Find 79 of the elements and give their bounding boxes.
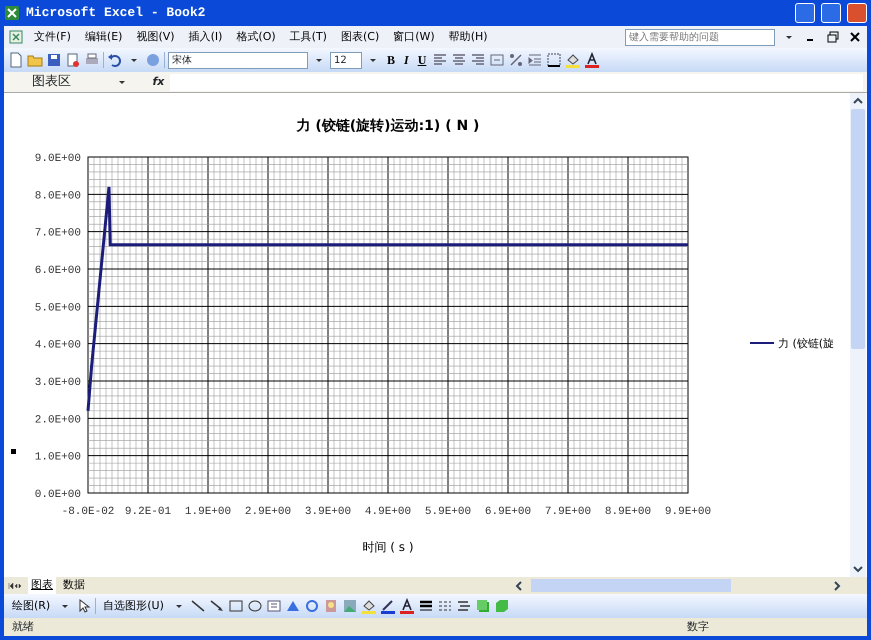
y-tick-label: 2.0E+00 [34,414,81,426]
function-label[interactable]: fx [152,74,164,90]
vertical-scroll-thumb[interactable] [851,109,865,349]
save-icon[interactable] [46,52,62,68]
restore-icon[interactable] [825,29,841,45]
align-left-icon[interactable] [432,52,448,68]
close-button[interactable] [847,3,867,23]
y-tick-label: 5.0E+00 [34,302,81,314]
x-axis-title: 时间 ( s ) [362,540,414,554]
selection-handle-icon [11,449,16,454]
align-right-icon[interactable] [470,52,486,68]
x-tick-label: 2.9E+00 [244,506,292,518]
menu-item[interactable]: 编辑(E) [80,28,126,46]
menu-item[interactable]: 窗口(W) [389,28,439,46]
x-tick-label: 9.9E+00 [664,506,712,518]
x-tick-label: 7.9E+00 [544,506,592,518]
fill-color-icon[interactable] [360,598,377,614]
menu-item[interactable]: 格式(O) [232,28,280,46]
minimize-button[interactable] [795,3,815,23]
menu-item[interactable]: 插入(I) [184,28,226,46]
document-icon[interactable] [8,29,24,45]
x-tick-label: 4.9E+00 [364,506,412,518]
excel-app-icon [4,5,20,21]
align-center-icon[interactable] [451,52,468,68]
draw-menu-button[interactable]: 绘图(R) [8,598,54,614]
font-color-icon[interactable] [584,52,600,68]
menu-item[interactable]: 帮助(H) [444,28,492,46]
fill-color-icon[interactable] [565,52,582,68]
oval-icon[interactable] [246,598,263,614]
status-indicator: 数字 [687,618,709,635]
new-file-icon[interactable] [8,52,24,68]
border-icon[interactable] [546,52,562,68]
autoshapes-menu-button[interactable]: 自选图形(U) [99,598,168,614]
italic-button[interactable]: I [401,51,412,69]
chart-title: 力 (铰链(旋转)运动:1) ( N ) [296,118,480,134]
y-tick-label: 4.0E+00 [34,340,81,352]
x-tick-label: 9.2E-01 [124,506,172,518]
line-icon[interactable] [190,598,206,614]
menu-item[interactable]: 图表(C) [336,28,384,46]
y-tick-label: 0.0E+00 [34,489,81,501]
formula-field[interactable] [170,74,863,90]
font-color-icon[interactable] [398,598,415,614]
x-tick-label: -8.0E-02 [62,506,114,518]
y-tick-label: 8.0E+00 [34,190,81,202]
underline-button[interactable]: U [414,51,430,69]
undo-icon[interactable] [107,52,123,68]
text-box-icon[interactable] [266,598,282,614]
bold-button[interactable]: B [384,51,398,69]
line-color-icon[interactable] [380,598,396,614]
rectangle-icon[interactable] [228,598,244,614]
y-tick-label: 3.0E+00 [34,377,81,389]
status-text: 就绪 [12,618,35,635]
horizontal-scroll-thumb[interactable] [531,579,731,592]
y-tick-label: 7.0E+00 [34,228,81,240]
x-tick-label: 6.9E+00 [484,506,532,518]
maximize-button[interactable] [821,3,841,23]
permission-icon[interactable] [65,52,81,68]
font-size-field[interactable]: 12 [330,52,362,68]
merge-icon[interactable] [489,52,506,68]
sheet-tab[interactable]: 图表 [28,577,56,594]
y-tick-label: 6.0E+00 [34,265,81,277]
x-tick-label: 3.9E+00 [304,506,352,518]
indent-icon[interactable] [527,52,544,68]
help-search-field[interactable]: 键入需要帮助的问题 [625,28,775,46]
x-tick-label: 1.9E+00 [184,506,232,518]
percent-icon[interactable] [508,52,524,68]
menu-item[interactable]: 工具(T) [286,28,331,46]
menu-item[interactable]: 文件(F) [30,28,75,46]
legend-label: 力 (铰链(旋 [778,337,834,350]
x-tick-label: 8.9E+00 [604,506,652,518]
y-tick-label: 1.0E+00 [34,452,81,464]
y-tick-label: 9.0E+00 [34,153,81,165]
arrow-icon[interactable] [208,598,225,614]
sheet-tab[interactable]: 数据 [60,577,88,594]
window-title: Microsoft Excel - Book2 [26,4,206,22]
legend-line-icon [750,342,774,344]
menu-item[interactable]: 视图(V) [132,28,179,46]
x-tick-label: 5.9E+00 [424,506,472,518]
font-name-field[interactable]: 宋体 [168,52,308,68]
